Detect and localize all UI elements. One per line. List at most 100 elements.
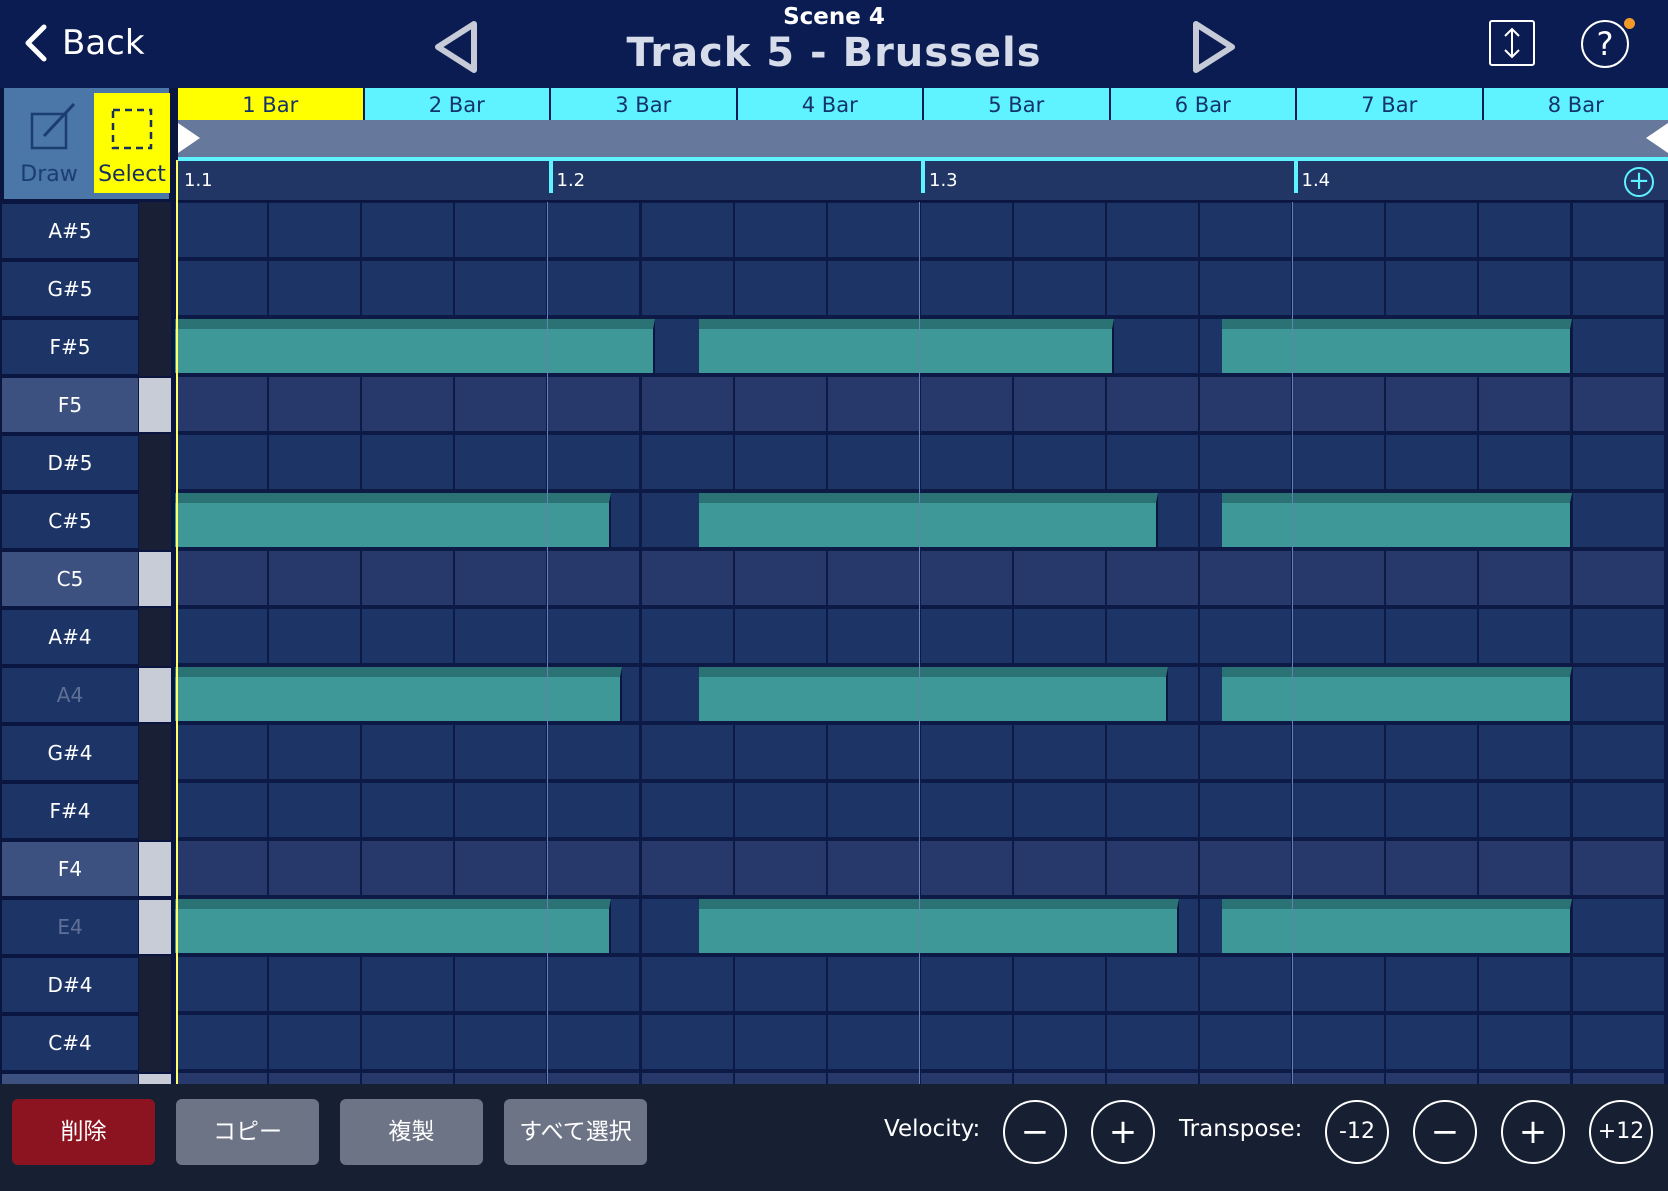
piano-key[interactable] (0, 1072, 174, 1084)
grid-cell[interactable] (920, 1015, 1012, 1069)
midi-note[interactable] (1222, 319, 1572, 373)
grid-cell[interactable] (269, 609, 361, 663)
grid-cell[interactable] (641, 551, 733, 605)
grid-cell[interactable] (1013, 377, 1105, 431)
grid-cell[interactable] (1386, 1073, 1478, 1084)
grid-cell[interactable] (548, 609, 640, 663)
velocity-minus-button[interactable]: − (1003, 1100, 1067, 1164)
piano-key[interactable]: F5 (0, 376, 174, 434)
grid-cell[interactable] (1572, 841, 1664, 895)
grid-cell[interactable] (455, 1073, 547, 1084)
grid-cell[interactable] (920, 1073, 1012, 1084)
draw-tool-button[interactable]: Draw (8, 88, 90, 199)
grid-cell[interactable] (920, 551, 1012, 605)
bar-tab[interactable]: 2 Bar (364, 88, 551, 120)
midi-note[interactable] (1222, 493, 1572, 547)
grid-cell[interactable] (1479, 783, 1571, 837)
bar-tab[interactable]: 8 Bar (1483, 88, 1668, 120)
grid-cell[interactable] (1572, 725, 1664, 779)
grid-cell[interactable] (269, 783, 361, 837)
grid-row[interactable] (175, 666, 1668, 724)
grid-cell[interactable] (827, 377, 919, 431)
grid-cell[interactable] (362, 957, 454, 1011)
grid-cell[interactable] (548, 261, 640, 315)
bar-tab[interactable]: 5 Bar (924, 88, 1111, 120)
grid-cell[interactable] (362, 203, 454, 257)
grid-cell[interactable] (1479, 1073, 1571, 1084)
grid-cell[interactable] (641, 957, 733, 1011)
grid-cell[interactable] (362, 725, 454, 779)
grid-cell[interactable] (1479, 261, 1571, 315)
grid-cell[interactable] (176, 261, 268, 315)
midi-note[interactable] (1222, 667, 1572, 721)
grid-cell[interactable] (1572, 667, 1664, 721)
grid-cell[interactable] (548, 1015, 640, 1069)
grid-cell[interactable] (827, 261, 919, 315)
grid-cell[interactable] (1200, 783, 1292, 837)
grid-row[interactable] (175, 434, 1668, 492)
grid-cell[interactable] (920, 435, 1012, 489)
grid-cell[interactable] (1200, 609, 1292, 663)
grid-cell[interactable] (1479, 725, 1571, 779)
grid-cell[interactable] (1386, 725, 1478, 779)
transpose-plus-button[interactable]: + (1501, 1100, 1565, 1164)
grid-cell[interactable] (1013, 1073, 1105, 1084)
grid-cell[interactable] (455, 203, 547, 257)
grid-cell[interactable] (1293, 1073, 1385, 1084)
grid-cell[interactable] (641, 203, 733, 257)
grid-cell[interactable] (1293, 261, 1385, 315)
grid-cell[interactable] (1479, 203, 1571, 257)
midi-note[interactable] (175, 667, 622, 721)
grid-cell[interactable] (734, 841, 826, 895)
grid-cell[interactable] (1572, 957, 1664, 1011)
piano-key[interactable]: G#5 (0, 260, 174, 318)
grid-cell[interactable] (1386, 377, 1478, 431)
loop-start-handle[interactable] (178, 123, 200, 153)
grid-cell[interactable] (455, 841, 547, 895)
piano-key[interactable]: C#5 (0, 492, 174, 550)
grid-cell[interactable] (1013, 957, 1105, 1011)
grid-row[interactable] (175, 782, 1668, 840)
grid-cell[interactable] (827, 783, 919, 837)
grid-cell[interactable] (269, 377, 361, 431)
grid-cell[interactable] (1200, 725, 1292, 779)
midi-note[interactable] (175, 319, 656, 373)
grid-cell[interactable] (1107, 377, 1199, 431)
midi-note[interactable] (698, 493, 1158, 547)
grid-cell[interactable] (176, 203, 268, 257)
grid-cell[interactable] (1013, 261, 1105, 315)
grid-cell[interactable] (1200, 435, 1292, 489)
grid-cell[interactable] (734, 1073, 826, 1084)
grid-cell[interactable] (269, 261, 361, 315)
grid-cell[interactable] (920, 725, 1012, 779)
grid-cell[interactable] (920, 783, 1012, 837)
grid-cell[interactable] (641, 377, 733, 431)
grid-cell[interactable] (1386, 261, 1478, 315)
grid-cell[interactable] (1386, 783, 1478, 837)
grid-row[interactable] (175, 376, 1668, 434)
grid-cell[interactable] (1013, 435, 1105, 489)
bar-tab[interactable]: 6 Bar (1110, 88, 1297, 120)
grid-cell[interactable] (1572, 609, 1664, 663)
grid-cell[interactable] (1572, 203, 1664, 257)
grid-cell[interactable] (269, 725, 361, 779)
grid-row[interactable] (175, 492, 1668, 550)
grid-cell[interactable] (1107, 609, 1199, 663)
grid-cell[interactable] (269, 957, 361, 1011)
grid-cell[interactable] (1293, 551, 1385, 605)
grid-cell[interactable] (827, 435, 919, 489)
grid-cell[interactable] (1200, 841, 1292, 895)
grid-cell[interactable] (1479, 551, 1571, 605)
grid-cell[interactable] (1479, 841, 1571, 895)
grid-cell[interactable] (269, 551, 361, 605)
piano-key[interactable]: D#4 (0, 956, 174, 1014)
grid-cell[interactable] (734, 957, 826, 1011)
grid-cell[interactable] (176, 1073, 268, 1084)
grid-cell[interactable] (176, 551, 268, 605)
grid-cell[interactable] (176, 435, 268, 489)
grid-cell[interactable] (1013, 1015, 1105, 1069)
grid-cell[interactable] (1013, 551, 1105, 605)
grid-cell[interactable] (1293, 609, 1385, 663)
grid-cell[interactable] (1107, 1015, 1199, 1069)
midi-note[interactable] (698, 667, 1169, 721)
